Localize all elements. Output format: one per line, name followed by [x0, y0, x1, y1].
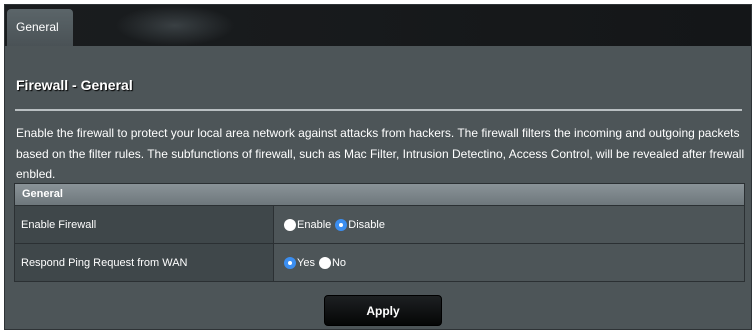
apply-button[interactable]: Apply — [324, 295, 442, 326]
setting-label-enable-firewall: Enable Firewall — [15, 206, 274, 243]
firewall-settings-frame: General Firewall - General Enable the fi… — [4, 4, 752, 330]
title-divider — [15, 109, 742, 111]
radio-enable-firewall-disable[interactable]: Disable — [335, 218, 385, 231]
tab-bar-sheen — [115, 5, 235, 46]
radio-label-yes: Yes — [297, 256, 315, 269]
setting-options-enable-firewall: Enable Disable — [274, 206, 744, 243]
setting-row-enable-firewall: Enable Firewall Enable Disable — [15, 205, 744, 243]
setting-options-respond-ping: Yes No — [274, 244, 744, 281]
radio-unselected-icon[interactable] — [284, 218, 296, 231]
page-description: Enable the firewall to protect your loca… — [16, 126, 745, 181]
setting-label-respond-ping: Respond Ping Request from WAN — [15, 244, 274, 281]
radio-label-no: No — [331, 256, 347, 269]
radio-unselected-icon[interactable] — [318, 256, 331, 269]
radio-label-enable: Enable — [297, 218, 332, 231]
radio-selected-icon[interactable] — [284, 256, 296, 269]
content-panel: Firewall - General Enable the firewall t… — [5, 46, 751, 329]
radio-label-disable: Disable — [348, 218, 385, 231]
tab-bar: General — [5, 5, 751, 46]
radio-enable-firewall-enable[interactable]: Enable — [284, 218, 332, 231]
tab-general[interactable]: General — [7, 9, 73, 46]
radio-selected-icon[interactable] — [335, 218, 348, 231]
page-title: Firewall - General — [16, 77, 133, 93]
setting-row-respond-ping: Respond Ping Request from WAN Yes No — [15, 243, 744, 281]
section-header: General — [15, 184, 744, 205]
radio-respond-ping-no[interactable]: No — [318, 256, 347, 269]
settings-table: General Enable Firewall Enable Disable R… — [14, 183, 745, 282]
radio-respond-ping-yes[interactable]: Yes — [284, 256, 315, 269]
